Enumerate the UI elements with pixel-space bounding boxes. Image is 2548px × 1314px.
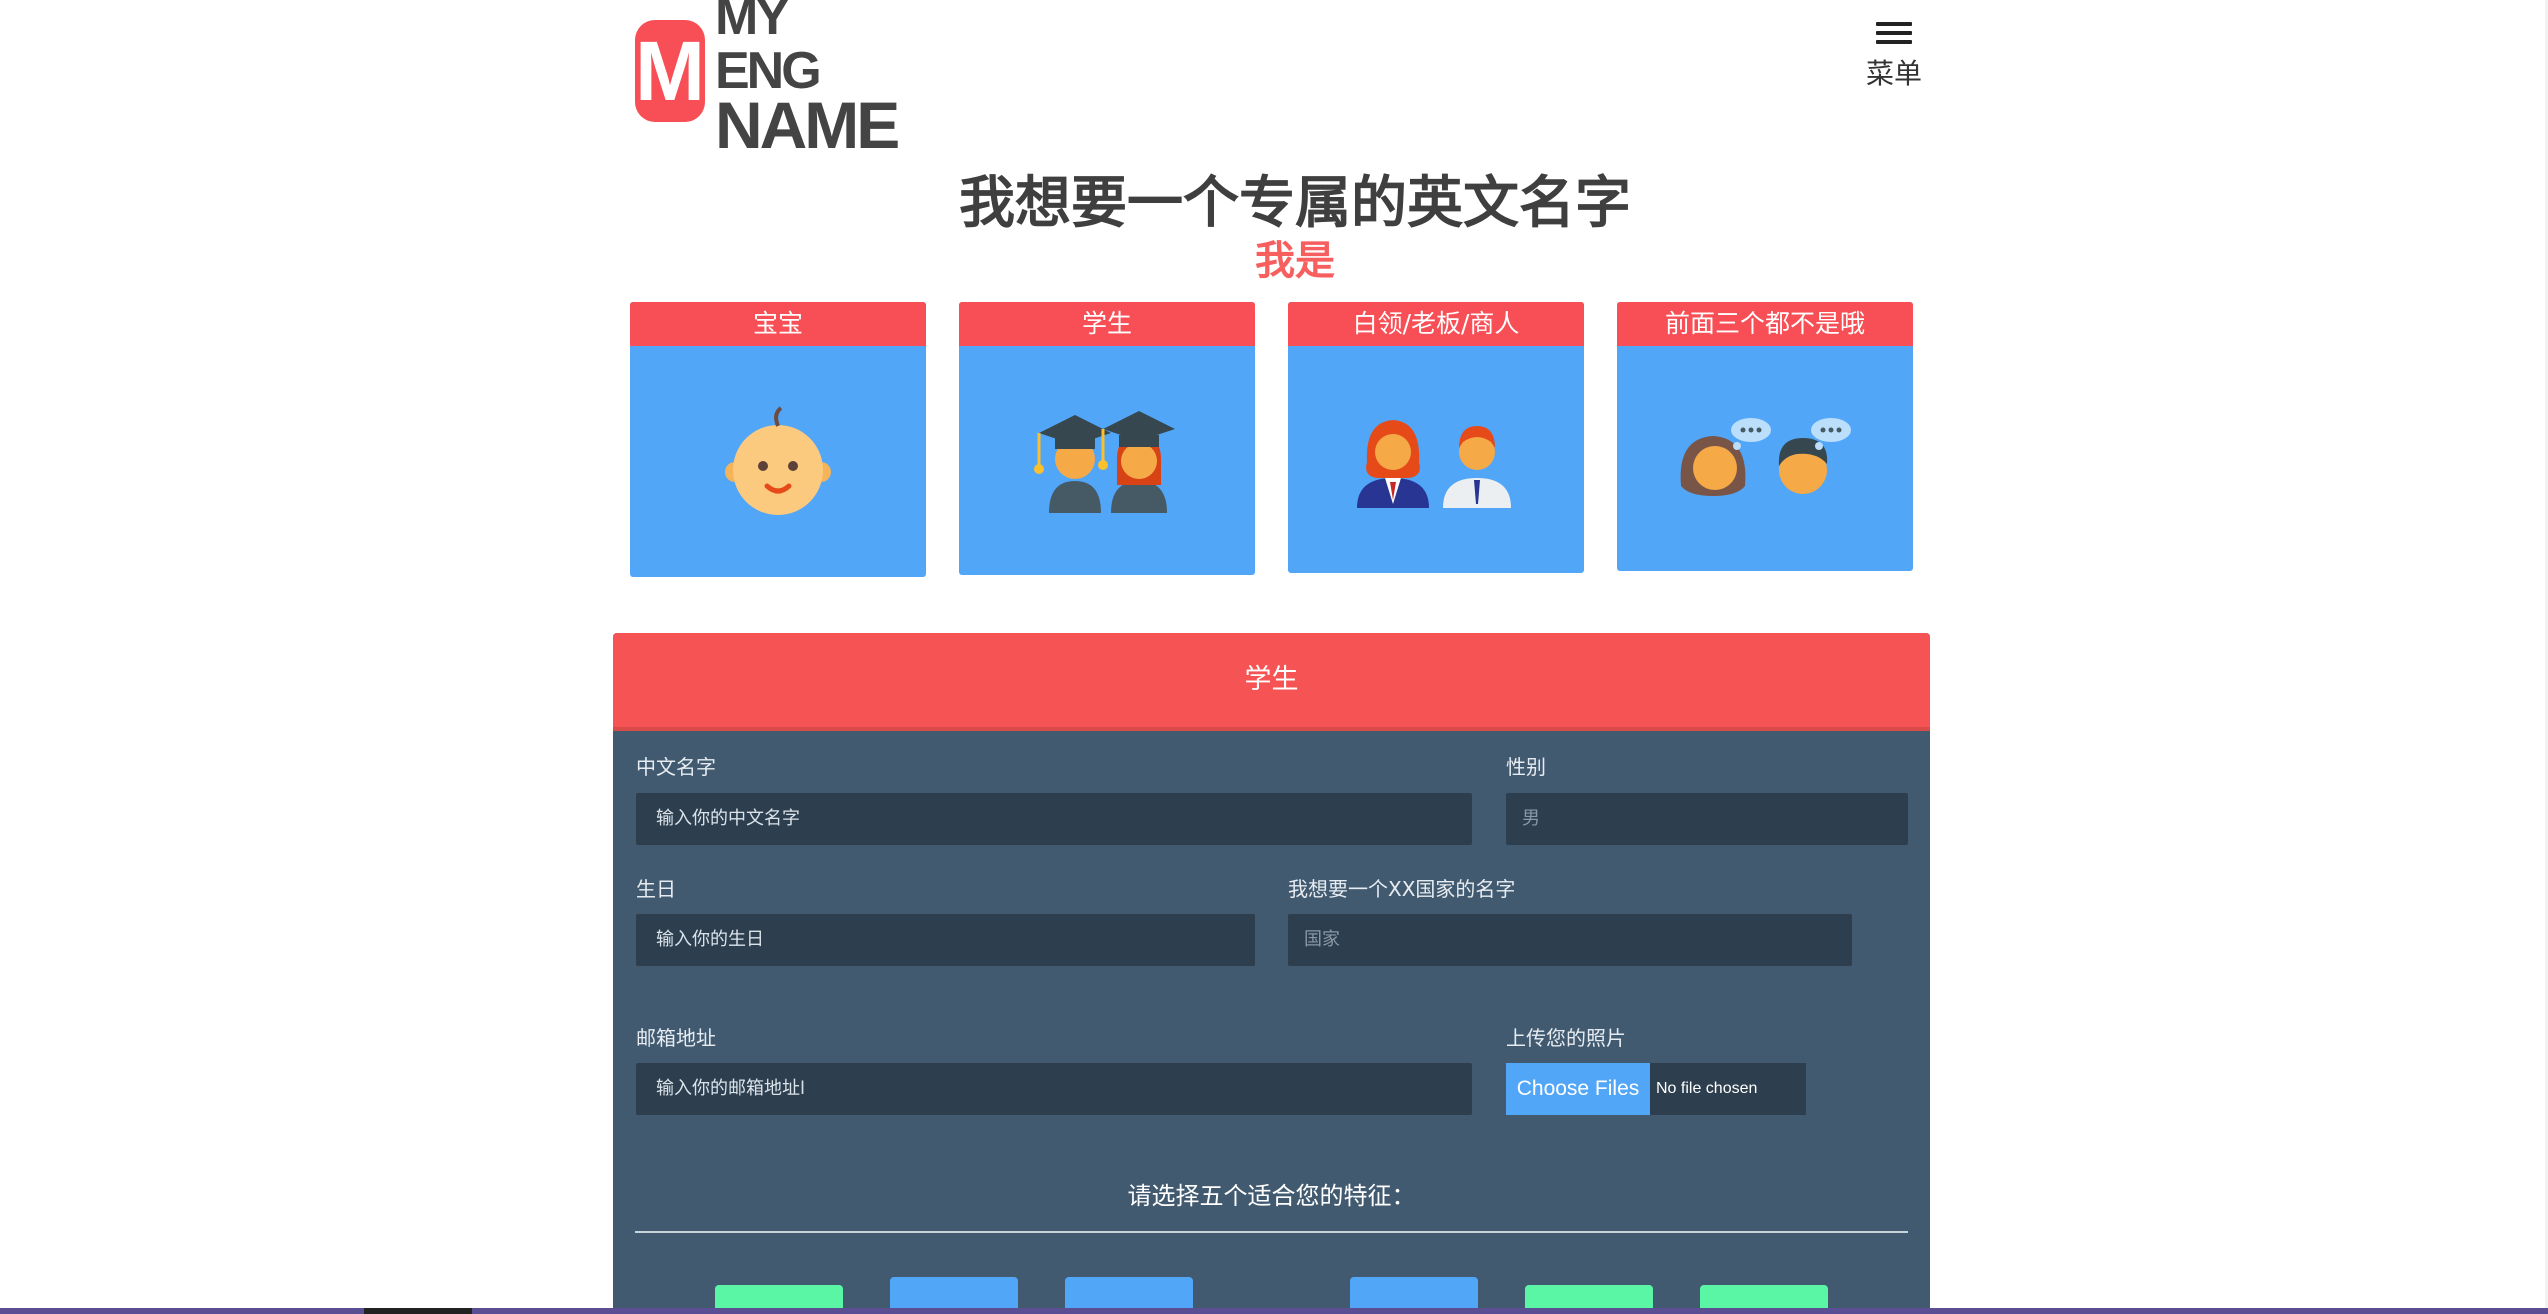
- category-label: 宝宝: [630, 302, 926, 346]
- logo-mark: M: [635, 20, 705, 122]
- menu-label: 菜单: [1865, 57, 1922, 90]
- page-title: 我想要一个专属的英文名字: [959, 171, 1631, 236]
- logo-line-2: NAME: [714, 88, 900, 162]
- category-label: 白领/老板/商人: [1288, 302, 1584, 346]
- category-card-professional[interactable]: 白领/老板/商人: [1288, 302, 1584, 573]
- divider: [635, 1231, 1908, 1233]
- gender-select[interactable]: 男: [1506, 793, 1908, 845]
- site-logo[interactable]: M MY ENG NAME: [635, 0, 900, 158]
- birthday-label: 生日: [636, 877, 676, 901]
- photo-label: 上传您的照片: [1506, 1026, 1626, 1050]
- logo-wordmark: MY ENG NAME: [714, 0, 900, 162]
- category-card-baby[interactable]: 宝宝: [630, 302, 926, 577]
- category-label: 学生: [959, 302, 1255, 346]
- baby-icon: [725, 405, 831, 515]
- category-card-student[interactable]: 学生: [959, 302, 1255, 575]
- menu-button[interactable]: 菜单: [1862, 22, 1926, 92]
- choose-files-button[interactable]: Choose Files: [1506, 1063, 1650, 1115]
- category-label: 前面三个都不是哦: [1617, 302, 1913, 346]
- photo-upload[interactable]: Choose Files No file chosen: [1506, 1063, 1806, 1115]
- office-workers-icon: [1357, 419, 1511, 508]
- email-label: 邮箱地址: [636, 1026, 716, 1050]
- chinese-name-input[interactable]: 输入你的中文名字: [636, 793, 1472, 845]
- email-input[interactable]: 输入你的邮箱地址l: [636, 1063, 1472, 1115]
- page: M MY ENG NAME 菜单 我想要一个专属的英文名字 我是 宝宝 学生 白…: [0, 0, 2548, 1314]
- hamburger-icon: [1876, 22, 1912, 44]
- country-input[interactable]: 国家: [1288, 914, 1852, 966]
- category-card-other[interactable]: 前面三个都不是哦: [1617, 302, 1913, 571]
- country-label: 我想要一个XX国家的名字: [1288, 877, 1516, 901]
- page-subtitle: 我是: [1255, 238, 1335, 284]
- graduates-icon: [1034, 410, 1175, 513]
- traits-title: 请选择五个适合您的特征：: [1127, 1182, 1416, 1210]
- chinese-name-label: 中文名字: [636, 755, 716, 779]
- logo-line-1: MY ENG: [714, 0, 822, 100]
- taskbar: [0, 1308, 2548, 1314]
- file-status: No file chosen: [1656, 1080, 1758, 1097]
- birthday-input[interactable]: 输入你的生日: [636, 914, 1255, 966]
- thinking-people-icon: [1680, 417, 1851, 496]
- application-form: 学生 中文名字 输入你的中文名字 性别 男 生日 输入你的生日 我想要一个XX国…: [613, 633, 1930, 1314]
- gender-label: 性别: [1506, 755, 1546, 779]
- form-header: 学生: [613, 633, 1930, 731]
